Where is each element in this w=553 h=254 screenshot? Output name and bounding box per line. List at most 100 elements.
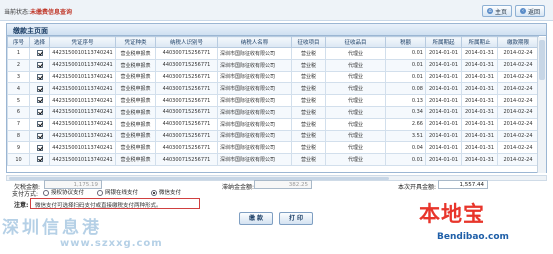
table-cell: 深圳市国际征收有限公司 [217,58,292,72]
back-button[interactable]: ‹ 返回 [515,5,546,17]
print-button[interactable]: 打 印 [279,212,313,225]
table-row[interactable]: 2 4423150010113740241 营业税申报表 44030071525677… [7,58,539,72]
col-header[interactable]: 纳税人名称 [217,36,292,48]
table-cell: 代理业 [325,129,386,143]
col-header[interactable]: 凭证序号 [49,36,116,48]
radio-button[interactable] [97,189,103,196]
table-cell: 2014-01-31 [461,141,498,155]
table-cell: 2014-01-01 [425,94,462,107]
table-cell: 营业税申报表 [115,117,156,131]
table-row[interactable]: 5 4423150010113740241 营业税申报表 44030071525677… [7,94,539,107]
table-cell: 2014-02-24 [497,94,539,107]
table-cell: 2014-01-31 [461,117,498,131]
table-cell: 深圳市国际征收有限公司 [217,47,292,60]
table-row[interactable]: 6 4423150010113740241 营业税申报表 44030071525677… [7,105,539,119]
table-cell: 0.01 [385,47,426,60]
checkbox-checked-icon[interactable] [36,144,43,151]
checkbox-checked-icon[interactable] [36,61,43,68]
row-select-checkbox[interactable] [29,94,50,107]
table-cell: 9 [7,141,30,155]
table-row[interactable]: 4 4423150010113740241 营业税申报表 44030071525677… [7,82,539,96]
table-cell: 深圳市国际征收有限公司 [217,105,292,119]
col-header[interactable]: 选择 [29,36,50,48]
table-cell: 0.01 [385,58,426,72]
col-header[interactable]: 凭证种类 [115,36,156,48]
table-cell: 4423150010113740241 [49,117,116,131]
row-select-checkbox[interactable] [29,70,50,84]
home-button[interactable]: ⌂ 主页 [482,5,513,17]
checkbox-checked-icon[interactable] [36,120,43,127]
table-row[interactable]: 8 4423150010113740241 营业税申报表 44030071525677… [7,129,539,143]
checkbox-checked-icon[interactable] [36,97,43,104]
table-cell: 2014-01-31 [461,58,498,72]
table-row[interactable]: 9 4423150010113740241 营业税申报表 44030071525677… [7,141,539,155]
watermark-left-url: www.szxxg.com [60,238,163,249]
table-cell: 440300715256771 [155,47,218,60]
row-select-checkbox[interactable] [29,117,50,131]
table-cell: 营业税申报表 [115,105,156,119]
col-header[interactable]: 所属期起 [425,36,462,48]
col-header[interactable]: 序号 [7,36,30,48]
total-amount-field[interactable]: 1,557.44 [438,180,488,189]
checkbox-checked-icon[interactable] [36,50,43,57]
row-select-checkbox[interactable] [29,58,50,72]
table-cell: 代理业 [325,94,386,107]
table-cell: 营业税 [291,129,326,143]
status-value: 未缴费信息查询 [30,9,73,16]
radio-agreement-pay[interactable]: 授权协议支付 [43,188,84,196]
checkbox-checked-icon[interactable] [36,73,43,80]
table-cell: 0.01 [385,70,426,84]
table-cell: 2014-02-24 [497,117,539,131]
row-select-checkbox[interactable] [29,82,50,96]
table-cell: 深圳市国际征收有限公司 [217,141,292,155]
table-cell: 4423150010113740241 [49,70,116,84]
table-row[interactable]: 3 4423150010113740241 营业税申报表 44030071525677… [7,70,539,84]
table-row[interactable]: 1 4423150010113740241 营业税申报表 44030071525677… [7,47,539,60]
col-header[interactable]: 纳税人识别号 [155,36,218,48]
table-cell: 营业税申报表 [115,70,156,84]
table-cell: 深圳市国际征收有限公司 [217,70,292,84]
col-header[interactable]: 征收品目 [325,36,386,48]
radio-button[interactable] [43,189,49,196]
table-cell: 440300715256771 [155,82,218,96]
table-cell: 7 [7,117,30,131]
table-cell: 2 [7,58,30,72]
col-header[interactable]: 征收项目 [291,36,326,48]
table-cell: 4423150010113740241 [49,105,116,119]
table-cell: 4423150010113740241 [49,58,116,72]
row-select-checkbox[interactable] [29,153,50,166]
late-fee-field[interactable]: 382.25 [254,180,312,189]
row-select-checkbox[interactable] [29,141,50,155]
radio-button[interactable] [151,189,157,196]
table-cell: 营业税 [291,47,326,60]
checkbox-checked-icon[interactable] [36,85,43,92]
table-cell: 2014-02-24 [497,141,539,155]
col-header[interactable]: 缴款期限 [497,36,539,48]
table-cell: 营业税申报表 [115,58,156,72]
table-row[interactable]: 10 4423150010113740241 营业税申报表 4403007152567… [7,153,539,166]
table-cell: 440300715256771 [155,129,218,143]
table-row[interactable]: 7 4423150010113740241 营业税申报表 44030071525677… [7,117,539,131]
radio-wechat-pay[interactable]: 微信支付 [151,188,181,196]
col-header[interactable]: 税额 [385,36,426,48]
table-cell: 营业税申报表 [115,153,156,166]
table-cell: 代理业 [325,141,386,155]
table-cell: 代理业 [325,117,386,131]
checkbox-checked-icon[interactable] [36,109,43,116]
checkbox-checked-icon[interactable] [36,132,43,139]
col-header[interactable]: 所属期止 [461,36,498,48]
watermark-left: 深圳信息港 [2,218,102,238]
table-cell: 2014-01-31 [461,105,498,119]
row-select-checkbox[interactable] [29,47,50,60]
table-cell: 2014-02-24 [497,70,539,84]
checkbox-checked-icon[interactable] [36,156,43,163]
table-cell: 2014-01-01 [425,58,462,72]
row-select-checkbox[interactable] [29,105,50,119]
table-cell: 2014-02-24 [497,58,539,72]
row-select-checkbox[interactable] [29,129,50,143]
pay-button[interactable]: 缴 款 [239,212,273,225]
table-cell: 2014-01-31 [461,129,498,143]
radio-online-banking[interactable]: 网银在线支付 [97,188,138,196]
scroll-thumb[interactable] [539,40,545,80]
vertical-scrollbar[interactable] [537,37,546,173]
